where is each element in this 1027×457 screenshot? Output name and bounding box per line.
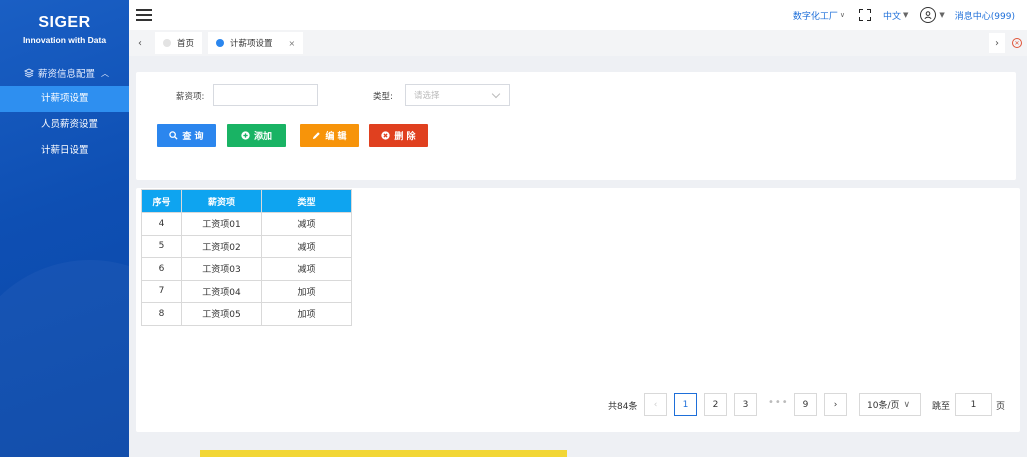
more-pages-icon[interactable]: ••• bbox=[768, 397, 789, 408]
edit-button-label: 编 辑 bbox=[325, 132, 347, 142]
cell-type: 减项 bbox=[261, 212, 352, 236]
type-placeholder: 请选择 bbox=[414, 91, 440, 101]
cell-salary-item: 工资项05 bbox=[181, 302, 262, 326]
layers-icon bbox=[24, 68, 34, 78]
page-button-last[interactable]: 9 bbox=[794, 393, 817, 416]
salary-item-input[interactable] bbox=[213, 84, 318, 106]
tabs-scroll-right-icon[interactable]: › bbox=[989, 33, 1005, 53]
brand-logo: SIGER Innovation with Data bbox=[0, 0, 129, 60]
table-row[interactable]: 5 工资项02 减项 bbox=[141, 234, 352, 258]
table-panel: 序号 薪资项 类型 4 工资项01 减项 5 工资项02 减项 6 工资项03 … bbox=[136, 188, 1020, 432]
column-header-index[interactable]: 序号 bbox=[141, 189, 182, 213]
caret-down-icon: ▼ bbox=[939, 11, 945, 19]
cell-type: 加项 bbox=[261, 302, 352, 326]
jump-suffix: 页 bbox=[996, 402, 1006, 412]
cell-salary-item: 工资项02 bbox=[181, 234, 262, 258]
sidebar-item-staff-salary-settings[interactable]: 人员薪资设置 bbox=[0, 112, 129, 138]
table-row[interactable]: 8 工资项05 加项 bbox=[141, 302, 352, 326]
message-center-link[interactable]: 消息中心(999) bbox=[955, 9, 1015, 22]
next-page-button[interactable]: › bbox=[824, 393, 847, 416]
menu-toggle-icon[interactable] bbox=[136, 9, 152, 21]
add-button[interactable]: 添加 bbox=[227, 124, 286, 147]
menu-group-salary-config[interactable]: 薪资信息配置 ︿ bbox=[0, 60, 129, 86]
delete-button-label: 删 除 bbox=[394, 132, 416, 142]
tab-dot-icon bbox=[163, 39, 171, 47]
sidebar-item-salary-item-settings[interactable]: 计薪项设置 bbox=[0, 86, 129, 112]
cell-index: 7 bbox=[141, 279, 182, 303]
cell-index: 4 bbox=[141, 212, 182, 236]
salary-items-table: 序号 薪资项 类型 4 工资项01 减项 5 工资项02 减项 6 工资项03 … bbox=[141, 189, 352, 326]
table-row[interactable]: 6 工资项03 减项 bbox=[141, 257, 352, 281]
table-header-row: 序号 薪资项 类型 bbox=[141, 189, 352, 213]
type-label: 类型: bbox=[373, 92, 393, 102]
jump-label: 跳至 bbox=[932, 402, 951, 412]
table-row[interactable]: 4 工资项01 减项 bbox=[141, 212, 352, 236]
language-label: 中文 bbox=[883, 11, 902, 22]
tabs-bar: ‹ 首页 计薪项设置 × › ✕ bbox=[129, 30, 1027, 56]
query-button[interactable]: 查 询 bbox=[157, 124, 216, 147]
page-button-1[interactable]: 1 bbox=[674, 393, 697, 416]
cell-index: 6 bbox=[141, 257, 182, 281]
language-dropdown[interactable]: 中文 ▼ bbox=[883, 9, 908, 22]
tab-salary-item-settings[interactable]: 计薪项设置 × bbox=[208, 32, 304, 54]
cell-salary-item: 工资项04 bbox=[181, 279, 262, 303]
add-button-label: 添加 bbox=[253, 132, 272, 142]
chevron-down-icon bbox=[491, 89, 501, 99]
query-button-label: 查 询 bbox=[182, 132, 204, 142]
tab-close-icon[interactable]: × bbox=[289, 39, 296, 48]
top-header: 数字化工厂 ∨ 中文 ▼ ▼ 消息中心(999) bbox=[129, 0, 1027, 30]
tabs-scroll-left-icon[interactable]: ‹ bbox=[133, 34, 147, 52]
user-avatar-icon bbox=[920, 7, 937, 23]
tab-home[interactable]: 首页 bbox=[155, 32, 203, 54]
cell-salary-item: 工资项03 bbox=[181, 257, 262, 281]
cell-type: 减项 bbox=[261, 257, 352, 281]
close-circle-icon bbox=[381, 131, 391, 140]
cell-salary-item: 工资项01 bbox=[181, 212, 262, 236]
column-header-salary-item[interactable]: 薪资项 bbox=[181, 189, 262, 213]
fullscreen-icon[interactable] bbox=[859, 9, 871, 21]
close-all-tabs-icon[interactable]: ✕ bbox=[1012, 38, 1022, 48]
jump-page-input[interactable]: 1 bbox=[955, 393, 992, 416]
cell-type: 减项 bbox=[261, 234, 352, 258]
sidebar: SIGER Innovation with Data 薪资信息配置 ︿ 计薪项设… bbox=[0, 0, 129, 457]
factory-dropdown[interactable]: 数字化工厂 ∨ bbox=[793, 9, 845, 22]
search-icon bbox=[169, 131, 178, 140]
brand-tagline: Innovation with Data bbox=[22, 35, 107, 45]
tab-dot-icon bbox=[216, 39, 224, 47]
chevron-down-icon: ∨ bbox=[839, 11, 845, 19]
tab-current-label: 计薪项设置 bbox=[230, 39, 273, 49]
page-size-label: 10条/页 bbox=[867, 401, 900, 411]
delete-button[interactable]: 删 除 bbox=[369, 124, 428, 147]
search-panel: 薪资项: 类型: 请选择 查 询 添加 编 辑 删 除 bbox=[136, 72, 1016, 180]
cell-index: 8 bbox=[141, 302, 182, 326]
bottom-notice-bar bbox=[200, 450, 567, 457]
edit-button[interactable]: 编 辑 bbox=[300, 124, 359, 147]
chevron-up-icon: ︿ bbox=[101, 68, 110, 78]
total-count: 共84条 bbox=[608, 402, 638, 412]
pencil-icon bbox=[313, 132, 321, 140]
prev-page-button[interactable]: ‹ bbox=[644, 393, 667, 416]
factory-label: 数字化工厂 bbox=[792, 11, 838, 22]
chevron-down-icon: ∨ bbox=[903, 399, 911, 410]
pagination: 共84条 ‹ 1 2 3 ••• 9 › 10条/页 ∨ 跳至 1 页 bbox=[136, 393, 1020, 417]
page-button-2[interactable]: 2 bbox=[704, 393, 727, 416]
cell-index: 5 bbox=[141, 234, 182, 258]
page-size-select[interactable]: 10条/页 ∨ bbox=[859, 393, 921, 416]
menu-group-label: 薪资信息配置 bbox=[38, 69, 96, 80]
brand-name: SIGER bbox=[38, 14, 91, 31]
cell-type: 加项 bbox=[261, 279, 352, 303]
column-header-type[interactable]: 类型 bbox=[261, 189, 352, 213]
type-select[interactable]: 请选择 bbox=[405, 84, 510, 106]
salary-item-label: 薪资项: bbox=[176, 92, 205, 102]
page-button-3[interactable]: 3 bbox=[734, 393, 757, 416]
plus-circle-icon bbox=[241, 131, 250, 140]
table-row[interactable]: 7 工资项04 加项 bbox=[141, 279, 352, 303]
sidebar-item-payday-settings[interactable]: 计薪日设置 bbox=[0, 138, 129, 164]
tab-home-label: 首页 bbox=[177, 39, 195, 49]
user-menu[interactable]: ▼ bbox=[908, 7, 945, 23]
